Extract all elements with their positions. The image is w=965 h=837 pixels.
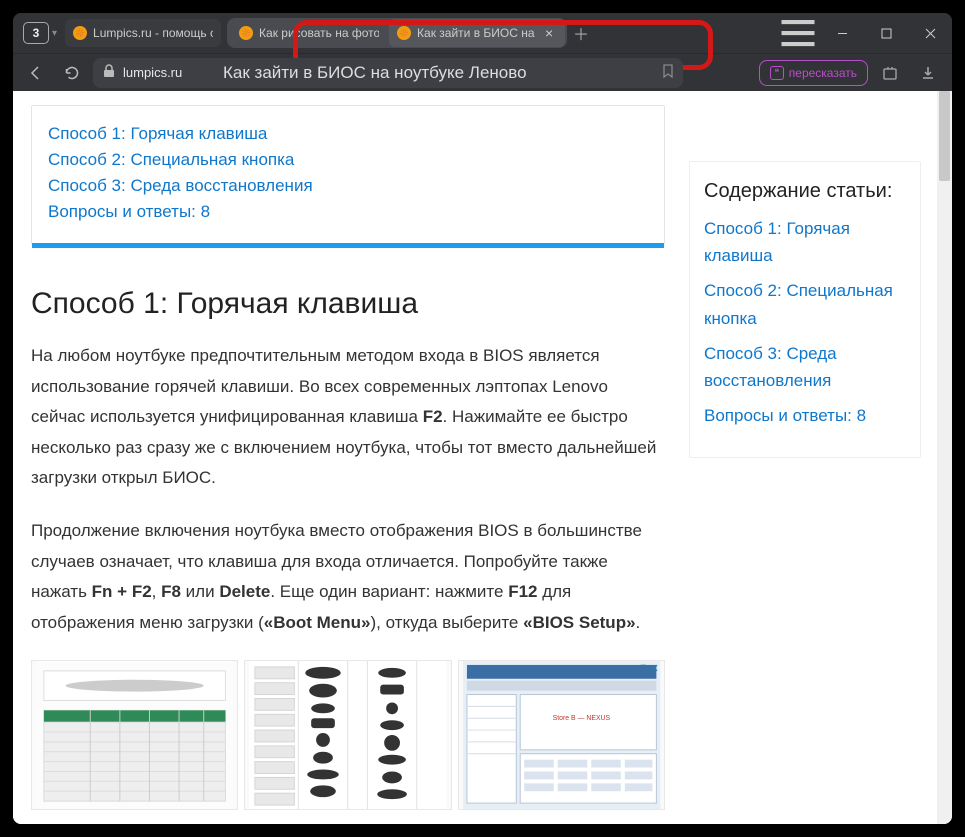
section-heading: Способ 1: Горячая клавиша [31,287,665,321]
close-tab-icon[interactable]: × [541,25,557,41]
back-button[interactable] [21,58,51,88]
downloads-icon[interactable] [912,58,944,88]
lock-icon [103,64,115,81]
bookmark-icon[interactable] [661,64,675,81]
article-paragraph: На любом ноутбуке предпочтительным метод… [31,341,665,494]
vertical-scrollbar[interactable] [937,91,952,824]
sidebar-toc-heading: Содержание статьи: [704,180,906,203]
browser-tab-1[interactable]: Как рисовать на фото в B [231,19,387,47]
minimize-button[interactable] [820,13,864,53]
tab-title: Как зайти в БИОС на н [417,26,537,40]
favicon-icon [73,26,87,40]
ad-banner[interactable] [244,660,451,810]
retell-icon: ❝ [770,66,784,80]
reload-button[interactable] [57,58,87,88]
hamburger-menu-icon[interactable] [776,13,820,53]
table-of-contents-box: Способ 1: Горячая клавиша Способ 2: Спец… [31,105,665,245]
page-title-overlay: Как зайти в БИОС на ноутбуке Леново [223,63,527,83]
browser-tab-0[interactable]: Lumpics.ru - помощь с ко [65,19,221,47]
tab-count-badge[interactable]: 3 [23,22,49,44]
sidebar-toc-link[interactable]: Способ 1: Горячая клавиша [704,215,906,269]
extensions-icon[interactable] [874,58,906,88]
article-paragraph: Продолжение включения ноутбука вместо от… [31,516,665,638]
toc-link[interactable]: Вопросы и ответы: 8 [48,202,648,222]
ad-close-button[interactable]: ⓘ✕ [639,662,659,675]
scrollbar-thumb[interactable] [939,91,950,181]
tab-title: Lumpics.ru - помощь с ко [93,26,213,40]
browser-tab-2[interactable]: Как зайти в БИОС на н × [389,19,565,47]
toc-link[interactable]: Способ 1: Горячая клавиша [48,124,648,144]
titlebar: 3 ▾ Lumpics.ru - помощь с ко Как рисоват… [13,13,952,53]
ad-row: ⓘ✕ [31,660,665,810]
favicon-icon [397,26,411,40]
tab-count-chevron-icon[interactable]: ▾ [52,28,57,39]
url-domain: lumpics.ru [123,65,182,80]
ad-banner[interactable]: Store B — NEXUS [458,660,665,810]
sidebar-toc-link[interactable]: Способ 3: Среда восстановления [704,340,906,394]
toc-link[interactable]: Способ 3: Среда восстановления [48,176,648,196]
sidebar-toc-card: Содержание статьи: Способ 1: Горячая кла… [689,161,921,458]
url-input[interactable]: lumpics.ru Как зайти в БИОС на ноутбуке … [93,58,683,88]
new-tab-button[interactable]: ＋ [567,21,595,45]
retell-label: пересказать [789,66,857,80]
address-bar: lumpics.ru Как зайти в БИОС на ноутбуке … [13,53,952,91]
favicon-icon [239,26,253,40]
toc-link[interactable]: Способ 2: Специальная кнопка [48,150,648,170]
maximize-button[interactable] [864,13,908,53]
ad-banner[interactable] [31,660,238,810]
sidebar-toc-link[interactable]: Вопросы и ответы: 8 [704,402,906,429]
retell-button[interactable]: ❝ пересказать [759,60,868,86]
close-window-button[interactable] [908,13,952,53]
svg-text:Store B — NEXUS: Store B — NEXUS [552,716,610,723]
sidebar-toc-link[interactable]: Способ 2: Специальная кнопка [704,277,906,331]
tab-title: Как рисовать на фото в B [259,26,379,40]
